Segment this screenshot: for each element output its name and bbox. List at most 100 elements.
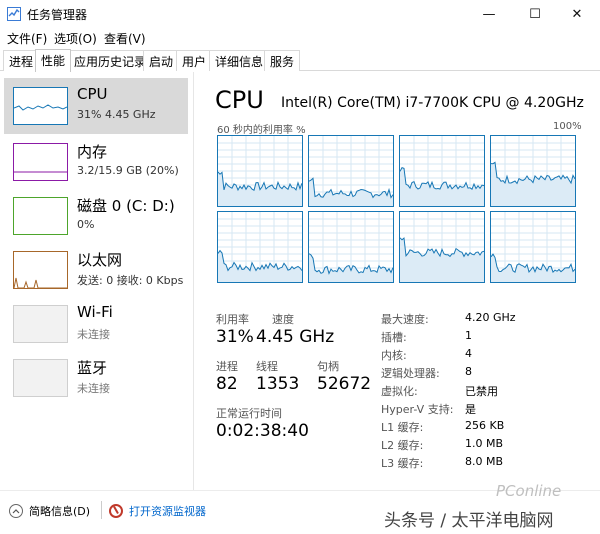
open-resource-monitor-link[interactable]: 打开资源监视器 [109,503,206,519]
tab-processes[interactable]: 进程 [3,50,40,71]
handles-value: 52672 [317,374,372,394]
spec-label: L2 缓存: [381,439,424,452]
spec-label: L1 缓存: [381,421,424,434]
threads-label: 线程 [256,360,278,373]
handles-label: 句柄 [317,360,339,373]
tab-performance[interactable]: 性能 [35,49,72,72]
tab-bar: 进程 性能 应用历史记录 启动 用户 详细信息 服务 [0,49,600,72]
memory-graph-icon [13,143,68,181]
watermark-text: 头条号 / 太平洋电脑网 [384,511,554,531]
core-graph [308,135,394,207]
wifi-graph-icon [13,305,68,343]
spec-label: 内核: [381,349,407,362]
minimize-button[interactable]: — [466,0,512,28]
threads-value: 1353 [256,374,300,394]
cpu-graph-icon [13,87,68,125]
cpu-model: Intel(R) Core(TM) i7-7700K CPU @ 4.20GHz [281,95,584,111]
spec-value: 8 [465,365,472,378]
graph-caption: 60 秒内的利用率 % [217,125,306,136]
spec-value: 已禁用 [465,385,498,398]
uptime-label: 正常运行时间 [216,407,282,420]
title-bar: 任务管理器 — ☐ ✕ [0,0,600,28]
core-graph-grid [217,135,578,323]
core-graph-svg [491,136,575,206]
spec-value: 4.20 GHz [465,311,516,324]
sidebar-item-label: 磁盘 0 (C: D:) [77,197,175,215]
core-graph [217,211,303,283]
sidebar-item-disk[interactable]: 磁盘 0 (C: D:) 0% [4,188,188,244]
spec-label: 插槽: [381,331,407,344]
sidebar-item-ethernet[interactable]: 以太网 发送: 0 接收: 0 Kbps [4,242,188,298]
tab-details[interactable]: 详细信息 [209,50,270,71]
sidebar-item-detail: 0% [77,218,95,231]
menu-options[interactable]: 选项(O) [54,30,97,47]
cpu-detail-panel: CPU Intel(R) Core(TM) i7-7700K CPU @ 4.2… [205,72,595,490]
sidebar-item-label: Wi-Fi [77,303,113,321]
ethernet-graph-icon [13,251,68,289]
spec-label: 逻辑处理器: [381,367,440,380]
spec-value: 1.0 MB [465,437,504,450]
spec-label: L3 缓存: [381,457,424,470]
core-graph-svg [309,136,393,206]
core-graph-svg [309,212,393,282]
core-graph-svg [491,212,575,282]
sidebar-item-memory[interactable]: 内存 3.2/15.9 GB (20%) [4,134,188,190]
spec-value: 1 [465,329,472,342]
spec-label: 虚拟化: [381,385,418,398]
core-graph-svg [400,136,484,206]
core-graph [308,211,394,283]
maximize-button[interactable]: ☐ [512,0,558,28]
core-graph [490,135,576,207]
core-graph [217,135,303,207]
speed-label: 速度 [272,313,294,326]
sidebar-item-wifi[interactable]: Wi-Fi 未连接 [4,296,188,352]
resource-monitor-icon [109,504,123,518]
task-manager-icon [7,7,21,21]
resource-sidebar: CPU 31% 4.45 GHz 内存 3.2/15.9 GB (20%) 磁盘… [0,72,194,490]
tab-startup[interactable]: 启动 [143,50,180,71]
chevron-up-icon [9,504,23,518]
window-title: 任务管理器 [27,8,88,22]
core-graph [399,135,485,207]
tab-services[interactable]: 服务 [264,50,301,71]
menu-bar: 文件(F) 选项(O) 查看(V) [0,28,600,48]
sidebar-item-label: 蓝牙 [77,359,108,377]
sidebar-item-cpu[interactable]: CPU 31% 4.45 GHz [4,78,188,134]
tab-users[interactable]: 用户 [176,50,213,71]
processes-value: 82 [216,374,238,394]
sidebar-item-label: 内存 [77,143,108,161]
fewer-details-label: 简略信息(D) [29,505,91,518]
sidebar-item-detail: 未连接 [77,382,110,395]
sidebar-item-detail: 31% 4.45 GHz [77,108,156,121]
sidebar-item-detail: 未连接 [77,328,110,341]
disk-graph-icon [13,197,68,235]
spec-value: 4 [465,347,472,360]
sidebar-item-bluetooth[interactable]: 蓝牙 未连接 [4,350,188,406]
core-graph-svg [400,212,484,282]
spec-value: 是 [465,403,476,416]
core-graph-svg [218,212,302,282]
tab-app-history[interactable]: 应用历史记录 [68,50,153,71]
page-title: CPU [215,86,264,114]
processes-label: 进程 [216,360,238,373]
spec-value: 8.0 MB [465,455,504,468]
sidebar-item-detail: 3.2/15.9 GB (20%) [77,164,179,177]
utilization-value: 31% [216,327,254,347]
spec-label: 最大速度: [381,313,429,326]
core-graph [399,211,485,283]
spec-label: Hyper-V 支持: [381,403,454,416]
footer-divider [101,501,102,519]
sidebar-item-detail: 发送: 0 接收: 0 Kbps [77,274,184,287]
open-resource-monitor-label: 打开资源监视器 [129,505,206,518]
close-button[interactable]: ✕ [554,0,600,28]
menu-file[interactable]: 文件(F) [7,30,47,47]
menu-view[interactable]: 查看(V) [104,30,146,47]
bluetooth-graph-icon [13,359,68,397]
speed-value: 4.45 GHz [256,327,335,347]
core-graph [490,211,576,283]
uptime-value: 0:02:38:40 [216,421,309,441]
utilization-label: 利用率 [216,313,249,326]
core-graph-svg [218,136,302,206]
fewer-details-button[interactable]: 简略信息(D) [9,503,90,519]
sidebar-item-label: CPU [77,85,108,103]
